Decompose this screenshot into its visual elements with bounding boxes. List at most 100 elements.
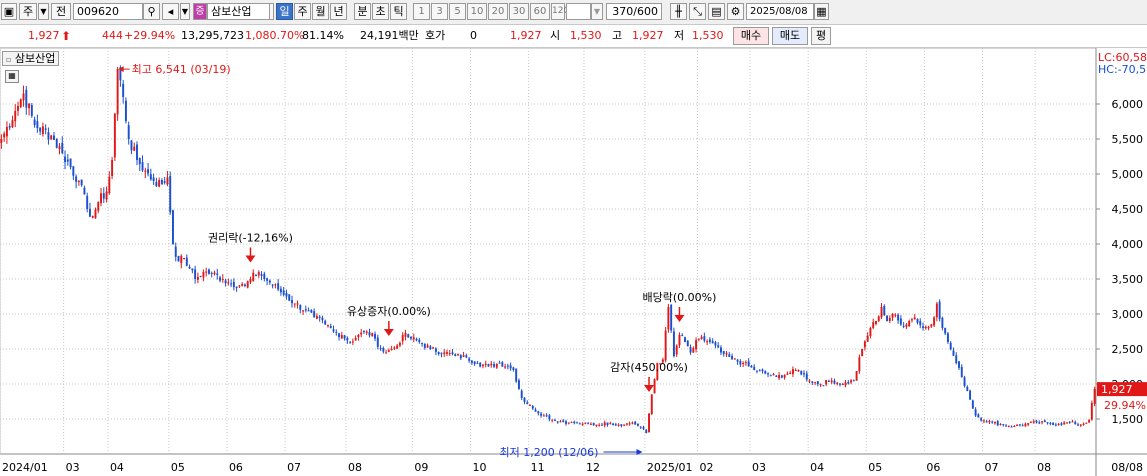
candle-body [75, 176, 78, 182]
period-tab-6[interactable]: 틱 [390, 3, 407, 20]
candle-body [850, 380, 853, 383]
interval-custom-input[interactable] [566, 3, 591, 20]
candle-body [53, 135, 55, 140]
window-icon[interactable]: ▣ [1, 3, 17, 20]
candle-body [1077, 424, 1079, 426]
candle-body [863, 341, 866, 348]
candle-body [775, 375, 778, 377]
candle-body [398, 342, 401, 346]
candle-body [285, 292, 288, 297]
count-field[interactable]: 370/600 [606, 3, 662, 20]
interval-dropdown-icon[interactable]: ▼ [591, 3, 603, 20]
period-tab-2[interactable]: 월 [312, 3, 329, 20]
candle-body [199, 275, 202, 277]
market-dropdown-icon[interactable]: ▼ [38, 3, 49, 20]
candle-body [437, 352, 440, 354]
candle-body [1010, 426, 1013, 428]
candle-body [681, 335, 684, 337]
candle-body [160, 179, 163, 185]
candle-body [1038, 422, 1041, 424]
speaker-icon[interactable]: ◂ [162, 3, 179, 20]
candle-body [8, 126, 11, 128]
turnover-value: 81.14% [302, 29, 344, 42]
period-tab-3[interactable]: 년 [330, 3, 347, 20]
interval-20[interactable]: 20 [488, 3, 508, 20]
candle-body [457, 354, 460, 356]
market-select[interactable]: 주 [19, 3, 37, 20]
period-tab-1[interactable]: 주 [294, 3, 311, 20]
grid-toggle-icon[interactable]: ▦ [5, 70, 19, 83]
candle-body [1052, 422, 1055, 426]
candle-body [924, 326, 927, 329]
candle-body [147, 169, 150, 174]
mode-button[interactable]: 전 [51, 3, 71, 20]
candle-body [72, 166, 75, 176]
candle-body [360, 332, 363, 335]
search-icon[interactable]: ⚲ [143, 3, 160, 20]
interval-60[interactable]: 60 [530, 3, 550, 20]
interval-10[interactable]: 10 [467, 3, 487, 20]
mode-label: 전 [55, 5, 67, 18]
candle-body [1041, 421, 1043, 423]
speaker-dropdown-icon[interactable]: ▼ [180, 3, 190, 20]
candle-body [155, 182, 158, 187]
gear-icon[interactable]: ⚙ [727, 3, 744, 20]
date-field[interactable]: 2025/08/08 [746, 3, 814, 20]
candle-body [639, 426, 642, 428]
candle-body [573, 421, 576, 424]
candle-body [401, 335, 404, 342]
sell-button[interactable]: 매도 [772, 27, 808, 45]
candle-body [551, 419, 554, 421]
candle-body [883, 306, 886, 316]
save-icon[interactable]: ▤ [708, 3, 725, 20]
candle-body [811, 381, 814, 383]
stock-name-field[interactable]: 삼보산업 [207, 3, 270, 20]
calendar-icon[interactable]: ▦ [814, 3, 829, 20]
candle-body [567, 422, 570, 424]
period-tab-5[interactable]: 초 [372, 3, 389, 20]
candle-body [235, 286, 238, 289]
interval-3[interactable]: 3 [431, 3, 448, 20]
candle-body [1013, 426, 1016, 427]
eval-button[interactable]: 평 [811, 27, 831, 45]
candle-body [938, 301, 941, 319]
candle-body [379, 348, 382, 350]
y-tick-label: 5,500 [1112, 133, 1144, 146]
candle-body [966, 386, 969, 391]
interval-120[interactable]: 120 [551, 3, 569, 20]
candle-body [1057, 423, 1060, 425]
period-tab-0[interactable]: 일 [276, 3, 293, 20]
candle-body [304, 309, 307, 311]
candle-body [553, 420, 556, 422]
x-tick-label: 04 [110, 461, 124, 474]
buy-button[interactable]: 매수 [733, 27, 769, 45]
price-chart[interactable]: 1,5002,0002,5003,0003,5004,0004,5005,000… [0, 48, 1147, 476]
stock-name-scroll[interactable] [270, 3, 274, 20]
code-input[interactable]: 009620 [73, 3, 143, 20]
candle-body [706, 341, 709, 343]
candle-body [1035, 420, 1038, 423]
drawing-tools-icon[interactable]: ⤡ [689, 3, 706, 20]
candle-body [354, 338, 357, 341]
candle-body [603, 422, 606, 426]
interval-1[interactable]: 1 [413, 3, 430, 20]
interval-30[interactable]: 30 [509, 3, 529, 20]
candle-body [714, 342, 717, 346]
candle-body [127, 125, 130, 139]
candle-body [1032, 421, 1035, 423]
candle-body [293, 303, 296, 305]
candle-body [819, 384, 822, 385]
candle-type-icon[interactable]: ╫ [670, 3, 687, 20]
candle-body [481, 364, 484, 366]
candle-body [744, 362, 747, 364]
candle-body [769, 375, 772, 377]
candle-body [141, 162, 144, 171]
hc-label: HC:-70,5 [1098, 63, 1146, 76]
interval-5[interactable]: 5 [449, 3, 466, 20]
stock-name-value: 삼보산업 [211, 5, 252, 18]
candle-body [791, 369, 794, 375]
period-label: 일 [279, 5, 290, 18]
period-tab-4[interactable]: 분 [354, 3, 371, 20]
candle-body [963, 377, 966, 386]
candle-body [382, 347, 385, 352]
